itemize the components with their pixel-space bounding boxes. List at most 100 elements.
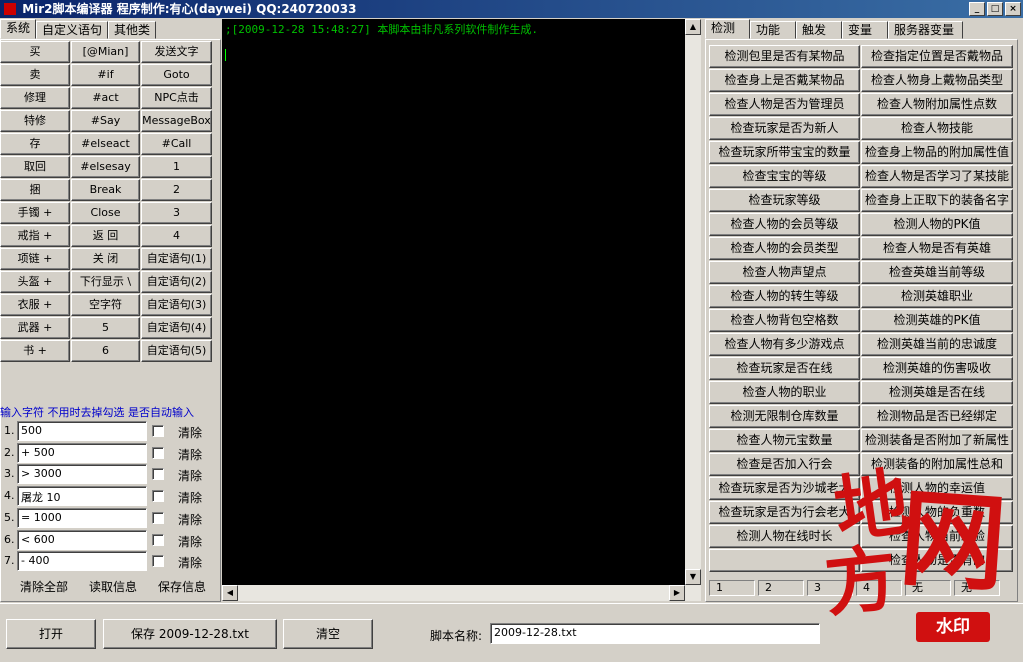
- left-command-button[interactable]: 自定语句(1): [141, 248, 212, 270]
- condition-button[interactable]: 检查人物的会员类型: [709, 237, 860, 260]
- left-command-button[interactable]: Break: [71, 179, 140, 201]
- condition-button[interactable]: 检测英雄的伤害吸收: [861, 357, 1013, 380]
- condition-button[interactable]: 检查指定位置是否戴物品: [861, 45, 1013, 68]
- scroll-down-icon[interactable]: ▼: [685, 569, 701, 585]
- clear-input-button[interactable]: 清除: [178, 446, 202, 463]
- condition-button[interactable]: 检查人物是否学习了某技能: [861, 165, 1013, 188]
- auto-input-checkbox[interactable]: [152, 446, 164, 459]
- left-command-button[interactable]: #elseact: [71, 133, 140, 155]
- page-button[interactable]: 2: [758, 580, 804, 596]
- left-command-button[interactable]: 书 +: [0, 340, 70, 362]
- left-command-button[interactable]: 项链 +: [0, 248, 70, 270]
- left-command-button[interactable]: [@Mian]: [71, 41, 140, 63]
- clear-input-button[interactable]: 清除: [178, 511, 202, 528]
- condition-button[interactable]: 检查人物的会员等级: [709, 213, 860, 236]
- condition-button[interactable]: 检查人物是否为管理员: [709, 93, 860, 116]
- left-command-button[interactable]: 关 闭: [71, 248, 140, 270]
- maximize-button[interactable]: □: [987, 2, 1003, 16]
- left-command-button[interactable]: 戒指 +: [0, 225, 70, 247]
- script-console[interactable]: ;[2009-12-28 15:48:27] 本脚本由非凡系列软件制作生成.: [222, 19, 685, 585]
- condition-button[interactable]: 检测装备是否附加了新属性: [861, 429, 1013, 452]
- condition-button[interactable]: 检查玩家等级: [709, 189, 860, 212]
- text-input-field[interactable]: 屠龙 10: [17, 486, 147, 507]
- left-command-button[interactable]: 返 回: [71, 225, 140, 247]
- tab-server-variable[interactable]: 服务器变量: [888, 21, 963, 39]
- condition-button[interactable]: 检测物品是否已经绑定: [861, 405, 1013, 428]
- minimize-button[interactable]: _: [969, 2, 985, 16]
- left-command-button[interactable]: 1: [141, 156, 212, 178]
- condition-button[interactable]: 检查玩家所带宝宝的数量: [709, 141, 860, 164]
- tab-custom-statements[interactable]: 自定义语句: [36, 21, 109, 39]
- condition-button[interactable]: 检查人物声望点: [709, 261, 860, 284]
- save-info-button[interactable]: 保存信息: [158, 578, 206, 595]
- condition-button[interactable]: 检测人物的PK值: [861, 213, 1013, 236]
- close-button[interactable]: ×: [1005, 2, 1021, 16]
- clear-input-button[interactable]: 清除: [178, 489, 202, 506]
- clear-input-button[interactable]: 清除: [178, 467, 202, 484]
- left-command-button[interactable]: 武器 +: [0, 317, 70, 339]
- clear-all-button[interactable]: 清除全部: [20, 578, 68, 595]
- left-command-button[interactable]: 空字符: [71, 294, 140, 316]
- condition-button[interactable]: 检查身上是否戴某物品: [709, 69, 860, 92]
- auto-input-checkbox[interactable]: [152, 555, 164, 568]
- left-command-button[interactable]: 自定语句(4): [141, 317, 212, 339]
- condition-button[interactable]: 检测英雄是否在线: [861, 381, 1013, 404]
- left-command-button[interactable]: 发送文字: [141, 41, 212, 63]
- condition-button[interactable]: 检查英雄当前等级: [861, 261, 1013, 284]
- left-command-button[interactable]: #Call: [141, 133, 212, 155]
- page-button[interactable]: 1: [709, 580, 755, 596]
- left-command-button[interactable]: 下行显示 \: [71, 271, 140, 293]
- left-command-button[interactable]: 手镯 +: [0, 202, 70, 224]
- left-command-button[interactable]: Goto: [141, 64, 212, 86]
- text-input-field[interactable]: 500: [17, 421, 147, 441]
- tab-detect[interactable]: 检测: [705, 19, 750, 39]
- scroll-up-icon[interactable]: ▲: [685, 19, 701, 35]
- condition-button[interactable]: 检测无限制仓库数量: [709, 405, 860, 428]
- tab-trigger[interactable]: 触发: [796, 21, 842, 39]
- text-input-field[interactable]: + 500: [17, 442, 147, 463]
- auto-input-checkbox[interactable]: [152, 425, 164, 437]
- left-command-button[interactable]: 修理: [0, 87, 70, 109]
- scroll-right-icon[interactable]: ▶: [669, 585, 685, 601]
- auto-input-checkbox[interactable]: [152, 468, 164, 481]
- left-command-button[interactable]: 4: [141, 225, 212, 247]
- condition-button[interactable]: 检查人物的转生等级: [709, 285, 860, 308]
- text-input-field[interactable]: > 3000: [17, 464, 147, 485]
- left-command-button[interactable]: 头盔 +: [0, 271, 70, 293]
- condition-button[interactable]: 检测英雄的PK值: [861, 309, 1013, 332]
- left-command-button[interactable]: #Say: [71, 110, 140, 132]
- left-command-button[interactable]: NPC点击: [141, 87, 212, 109]
- condition-button[interactable]: 检查身上正取下的装备名字: [861, 189, 1013, 212]
- tab-system[interactable]: 系统: [0, 19, 37, 39]
- read-info-button[interactable]: 读取信息: [89, 578, 137, 595]
- left-command-button[interactable]: 捆: [0, 179, 70, 201]
- condition-button[interactable]: 检查身上物品的附加属性值: [861, 141, 1013, 164]
- script-name-input[interactable]: 2009-12-28.txt: [490, 623, 820, 644]
- save-button[interactable]: 保存 2009-12-28.txt: [103, 619, 277, 649]
- scroll-left-icon[interactable]: ◀: [222, 585, 238, 601]
- left-command-button[interactable]: MessageBox: [141, 110, 212, 132]
- condition-button[interactable]: 检查人物是否有英雄: [861, 237, 1013, 260]
- left-command-button[interactable]: 取回: [0, 156, 70, 178]
- condition-button[interactable]: 检查人物技能: [861, 117, 1013, 140]
- left-command-button[interactable]: 特修: [0, 110, 70, 132]
- condition-button[interactable]: 检查玩家是否在线: [709, 357, 860, 380]
- condition-button[interactable]: 检查玩家是否为新人: [709, 117, 860, 140]
- auto-input-checkbox[interactable]: [152, 490, 164, 503]
- condition-button[interactable]: 检查人物背包空格数: [709, 309, 860, 332]
- open-button[interactable]: 打开: [6, 619, 96, 649]
- left-command-button[interactable]: 自定语句(2): [141, 271, 212, 293]
- left-command-button[interactable]: #elsesay: [71, 156, 140, 178]
- left-command-button[interactable]: 买: [0, 41, 70, 63]
- left-command-button[interactable]: #if: [71, 64, 140, 86]
- condition-button[interactable]: 检查人物有多少游戏点: [709, 333, 860, 356]
- left-command-button[interactable]: 2: [141, 179, 212, 201]
- auto-input-checkbox[interactable]: [152, 533, 164, 546]
- console-vertical-scrollbar[interactable]: ▲ ▼: [685, 19, 701, 585]
- clear-input-button[interactable]: 清除: [178, 424, 202, 441]
- condition-button[interactable]: 检查人物的职业: [709, 381, 860, 404]
- clear-input-button[interactable]: 清除: [178, 533, 202, 550]
- left-command-button[interactable]: 5: [71, 317, 140, 339]
- condition-button[interactable]: 检查人物身上戴物品类型: [861, 69, 1013, 92]
- condition-button[interactable]: 检测英雄职业: [861, 285, 1013, 308]
